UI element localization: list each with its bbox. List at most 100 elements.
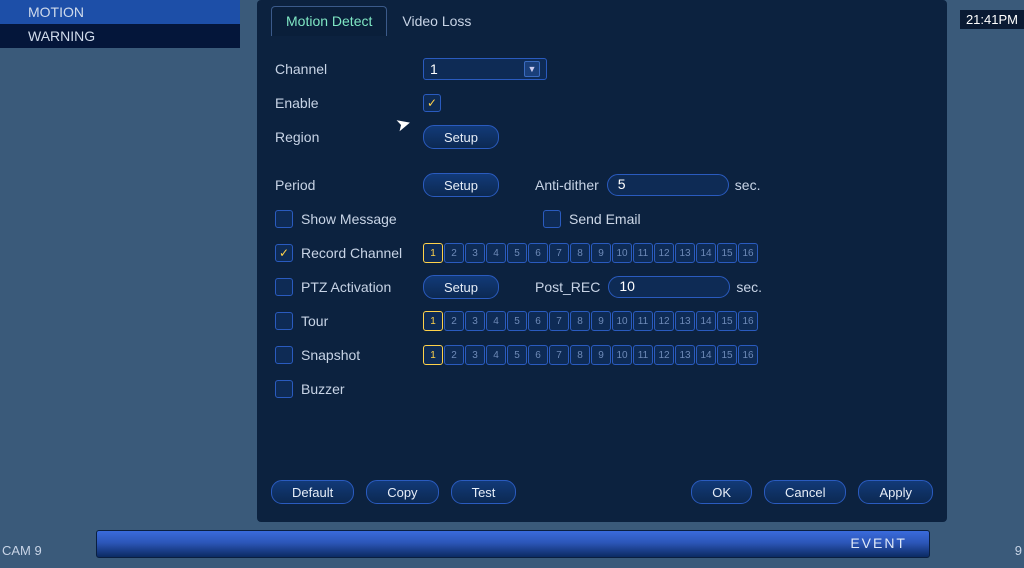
channel-cell-2[interactable]: 2 [444,345,464,365]
region-label: Region [275,129,423,145]
channel-cell-4[interactable]: 4 [486,243,506,263]
postrec-input[interactable]: 10 [608,276,730,298]
period-setup-button[interactable]: Setup [423,173,499,197]
tab-strip: Motion Detect Video Loss [271,6,933,36]
tour-strip[interactable]: 12345678910111213141516 [423,311,758,331]
channel-select[interactable]: 1 ▼ [423,58,547,80]
sidebar-item-warning[interactable]: WARNING [0,24,240,48]
channel-cell-12[interactable]: 12 [654,345,674,365]
channel-cell-3[interactable]: 3 [465,243,485,263]
snapshot-strip[interactable]: 12345678910111213141516 [423,345,758,365]
sidebar-item-motion[interactable]: MOTION [0,0,240,24]
channel-label: Channel [275,61,423,77]
show-message-checkbox[interactable] [275,210,293,228]
channel-cell-10[interactable]: 10 [612,243,632,263]
bottom-right-number: 9 [1015,543,1022,558]
channel-cell-3[interactable]: 3 [465,311,485,331]
chevron-down-icon: ▼ [524,61,540,77]
channel-cell-9[interactable]: 9 [591,345,611,365]
action-buttons: Default Copy Test OK Cancel Apply [271,480,933,504]
record-channel-checkbox[interactable] [275,244,293,262]
channel-cell-11[interactable]: 11 [633,243,653,263]
channel-cell-13[interactable]: 13 [675,311,695,331]
postrec-unit: sec. [736,279,762,295]
tab-video-loss[interactable]: Video Loss [387,6,486,36]
channel-cell-5[interactable]: 5 [507,243,527,263]
status-event-label: EVENT [850,535,907,551]
channel-cell-6[interactable]: 6 [528,243,548,263]
channel-cell-7[interactable]: 7 [549,311,569,331]
channel-cell-5[interactable]: 5 [507,311,527,331]
channel-cell-6[interactable]: 6 [528,311,548,331]
antidither-unit: sec. [735,177,761,193]
tab-motion-detect[interactable]: Motion Detect [271,6,387,36]
channel-cell-8[interactable]: 8 [570,345,590,365]
sidebar: MOTION WARNING [0,0,240,48]
channel-cell-8[interactable]: 8 [570,243,590,263]
channel-cell-4[interactable]: 4 [486,311,506,331]
cancel-button[interactable]: Cancel [764,480,846,504]
ptz-activation-label: PTZ Activation [301,279,391,295]
channel-cell-8[interactable]: 8 [570,311,590,331]
channel-cell-6[interactable]: 6 [528,345,548,365]
channel-cell-15[interactable]: 15 [717,345,737,365]
region-setup-button[interactable]: Setup [423,125,499,149]
channel-value: 1 [430,61,438,77]
period-label: Period [275,177,423,193]
settings-panel: Motion Detect Video Loss Channel 1 ▼ Ena… [257,0,947,522]
buzzer-checkbox[interactable] [275,380,293,398]
snapshot-label: Snapshot [301,347,360,363]
enable-checkbox[interactable] [423,94,441,112]
antidither-label: Anti-dither [535,177,599,193]
tour-checkbox[interactable] [275,312,293,330]
channel-cell-14[interactable]: 14 [696,345,716,365]
channel-cell-14[interactable]: 14 [696,243,716,263]
ptz-activation-checkbox[interactable] [275,278,293,296]
status-bar: EVENT [96,530,930,558]
channel-cell-2[interactable]: 2 [444,243,464,263]
channel-cell-11[interactable]: 11 [633,311,653,331]
antidither-input[interactable]: 5 [607,174,729,196]
tour-label: Tour [301,313,328,329]
channel-cell-12[interactable]: 12 [654,243,674,263]
channel-cell-1[interactable]: 1 [423,345,443,365]
channel-cell-13[interactable]: 13 [675,345,695,365]
channel-cell-11[interactable]: 11 [633,345,653,365]
channel-cell-15[interactable]: 15 [717,243,737,263]
record-channel-strip[interactable]: 12345678910111213141516 [423,243,758,263]
channel-cell-16[interactable]: 16 [738,243,758,263]
channel-cell-16[interactable]: 16 [738,345,758,365]
channel-cell-4[interactable]: 4 [486,345,506,365]
channel-cell-13[interactable]: 13 [675,243,695,263]
channel-cell-15[interactable]: 15 [717,311,737,331]
send-email-label: Send Email [569,211,641,227]
channel-cell-9[interactable]: 9 [591,311,611,331]
channel-cell-10[interactable]: 10 [612,311,632,331]
channel-cell-1[interactable]: 1 [423,311,443,331]
buzzer-label: Buzzer [301,381,345,397]
snapshot-checkbox[interactable] [275,346,293,364]
channel-cell-7[interactable]: 7 [549,243,569,263]
channel-cell-14[interactable]: 14 [696,311,716,331]
motion-detect-form: Channel 1 ▼ Enable Region Setup Period S… [271,36,933,412]
channel-cell-9[interactable]: 9 [591,243,611,263]
default-button[interactable]: Default [271,480,354,504]
channel-cell-3[interactable]: 3 [465,345,485,365]
show-message-label: Show Message [301,211,397,227]
copy-button[interactable]: Copy [366,480,438,504]
send-email-checkbox[interactable] [543,210,561,228]
channel-cell-2[interactable]: 2 [444,311,464,331]
channel-cell-10[interactable]: 10 [612,345,632,365]
ptz-setup-button[interactable]: Setup [423,275,499,299]
channel-cell-1[interactable]: 1 [423,243,443,263]
channel-cell-12[interactable]: 12 [654,311,674,331]
clock-badge: 21:41PM [960,10,1024,29]
test-button[interactable]: Test [451,480,517,504]
enable-label: Enable [275,95,423,111]
channel-cell-16[interactable]: 16 [738,311,758,331]
channel-cell-7[interactable]: 7 [549,345,569,365]
camera-label: CAM 9 [2,543,42,558]
ok-button[interactable]: OK [691,480,752,504]
apply-button[interactable]: Apply [858,480,933,504]
channel-cell-5[interactable]: 5 [507,345,527,365]
